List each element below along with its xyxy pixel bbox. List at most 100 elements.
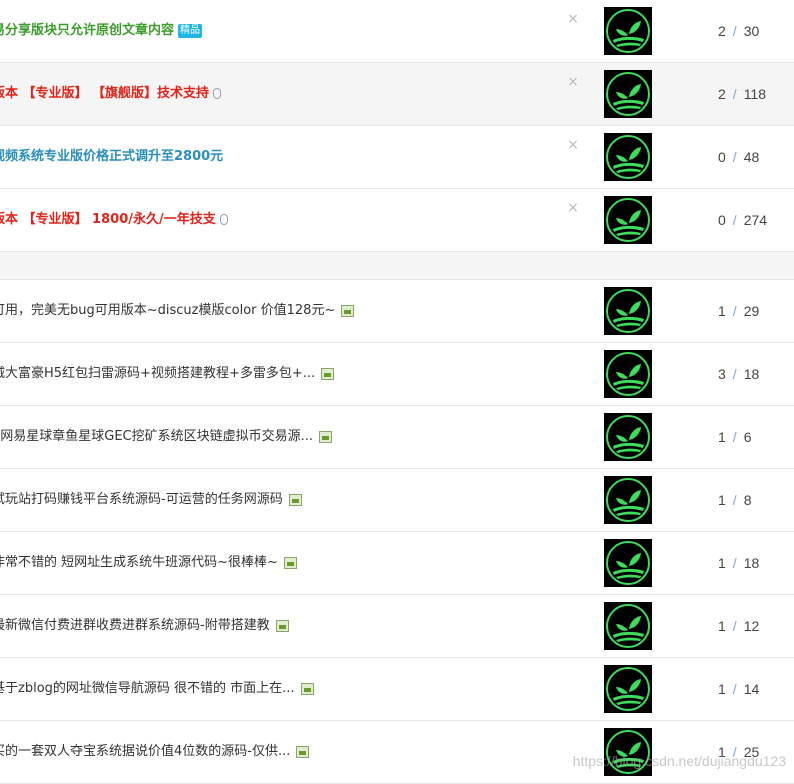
thread-list: 易分享版块只允许原创文章内容 精品 × 2 / 30 版本 【专业版】 【旗舰版】技术… [0,0,794,784]
image-icon [319,430,333,443]
paperclip-icon [213,88,222,99]
view-count: 18 [743,366,760,382]
thread-title[interactable]: 版本 【专业版】 【旗舰版】技术支持 [0,85,222,103]
thread-title[interactable]: 可用，完美无bug可用版本~discuz模版color 价值128元~ [0,302,355,320]
view-count: 118 [743,86,767,102]
thread-title[interactable]: 买的一套双人夺宝系统据说价值4位数的源码-仅供... [0,743,310,761]
view-count: 30 [743,23,760,39]
thread-row[interactable]: 5网易星球章鱼星球GEC挖矿系统区块链虚拟币交易源... 1 / 6 [0,406,794,469]
thread-row[interactable]: 基于zblog的网址微信导航源码 很不错的 市面上在... 1 / 14 [0,658,794,721]
view-count: 12 [743,618,760,634]
count-separator: / [732,149,737,165]
digest-badge: 精品 [178,23,203,38]
count-separator: / [732,212,737,228]
thread-row[interactable]: 试玩站打码赚钱平台系统源码-可运营的任务网源码 1 / 8 [0,469,794,532]
thread-title-link[interactable]: 非常不错的 短网址生成系统牛班源代码~很棒棒~ [0,555,278,570]
thread-title-link[interactable]: 可用，完美无bug可用版本~discuz模版color 价值128元~ [0,303,335,318]
reply-count: 1 [718,681,726,697]
leaf-logo-icon [604,7,652,55]
close-icon[interactable]: × [566,138,580,152]
avatar[interactable] [604,350,652,398]
watermark-text: https://blog.csdn.net/dujiangdu123 [572,753,786,769]
avatar[interactable] [604,196,652,244]
reply-count: 1 [718,429,726,445]
view-count: 6 [743,429,752,445]
reply-count: 1 [718,618,726,634]
view-count: 14 [743,681,760,697]
reply-count: 0 [718,149,726,165]
image-icon [341,304,355,317]
reply-view-counts: 1 / 18 [718,555,759,571]
avatar[interactable] [604,665,652,713]
paperclip-icon [219,214,228,225]
leaf-logo-icon [604,413,652,461]
close-icon[interactable]: × [566,201,580,215]
avatar[interactable] [604,287,652,335]
reply-view-counts: 1 / 14 [718,681,759,697]
avatar[interactable] [604,133,652,181]
thread-title[interactable]: 5网易星球章鱼星球GEC挖矿系统区块链虚拟币交易源... [0,428,333,446]
thread-title[interactable]: 城大富豪H5红包扫雷源码+视频搭建教程+多雷多包+... [0,365,335,383]
close-icon[interactable]: × [566,75,580,89]
thread-title-link[interactable]: 城大富豪H5红包扫雷源码+视频搭建教程+多雷多包+... [0,366,315,381]
reply-count: 0 [718,212,726,228]
image-icon [275,619,289,632]
reply-count: 1 [718,555,726,571]
thread-title[interactable]: 基于zblog的网址微信导航源码 很不错的 市面上在... [0,680,314,698]
count-separator: / [732,492,737,508]
avatar[interactable] [604,539,652,587]
image-icon [288,493,302,506]
sticky-thread-row[interactable]: 版本 【专业版】 1800/永久/一年技支 × 0 / 274 [0,189,794,252]
thread-title[interactable]: 视频系统专业版价格正式调升至2800元 [0,148,223,166]
thread-title-link[interactable]: 试玩站打码赚钱平台系统源码-可运营的任务网源码 [0,492,283,507]
thread-row[interactable]: 城大富豪H5红包扫雷源码+视频搭建教程+多雷多包+... 3 / 18 [0,343,794,406]
count-separator: / [732,303,737,319]
avatar[interactable] [604,602,652,650]
leaf-logo-icon [604,602,652,650]
view-count: 48 [743,149,760,165]
avatar[interactable] [604,7,652,55]
thread-title[interactable]: 版本 【专业版】 1800/永久/一年技支 [0,211,228,229]
avatar[interactable] [604,413,652,461]
reply-view-counts: 0 / 274 [718,212,767,228]
count-separator: / [732,23,737,39]
reply-view-counts: 2 / 118 [718,86,766,102]
sticky-thread-row[interactable]: 版本 【专业版】 【旗舰版】技术支持 × 2 / 118 [0,63,794,126]
reply-view-counts: 1 / 6 [718,429,751,445]
thread-title[interactable]: 试玩站打码赚钱平台系统源码-可运营的任务网源码 [0,491,302,509]
sticky-thread-row[interactable]: 视频系统专业版价格正式调升至2800元 × 0 / 48 [0,126,794,189]
thread-title[interactable]: 易分享版块只允许原创文章内容 精品 [0,22,203,40]
leaf-logo-icon [604,665,652,713]
close-icon[interactable]: × [566,12,580,26]
image-icon [296,745,310,758]
thread-title-link[interactable]: 5网易星球章鱼星球GEC挖矿系统区块链虚拟币交易源... [0,429,313,444]
thread-title-link[interactable]: 易分享版块只允许原创文章内容 [0,23,174,38]
thread-title-link[interactable]: 最新微信付费进群收费进群系统源码-附带搭建教 [0,618,270,633]
avatar[interactable] [604,476,652,524]
thread-row[interactable]: 可用，完美无bug可用版本~discuz模版color 价值128元~ 1 / 29 [0,280,794,343]
thread-title[interactable]: 最新微信付费进群收费进群系统源码-附带搭建教 [0,617,289,635]
thread-title-link[interactable]: 视频系统专业版价格正式调升至2800元 [0,149,223,164]
reply-view-counts: 2 / 30 [718,23,759,39]
count-separator: / [732,618,737,634]
reply-view-counts: 0 / 48 [718,149,759,165]
count-separator: / [732,366,737,382]
thread-row[interactable]: 非常不错的 短网址生成系统牛班源代码~很棒棒~ 1 / 18 [0,532,794,595]
view-count: 29 [743,303,760,319]
reply-view-counts: 1 / 8 [718,492,751,508]
leaf-logo-icon [604,350,652,398]
thread-title-link[interactable]: 基于zblog的网址微信导航源码 很不错的 市面上在... [0,681,295,696]
thread-row[interactable]: 最新微信付费进群收费进群系统源码-附带搭建教 1 / 12 [0,595,794,658]
count-separator: / [732,555,737,571]
image-icon [300,682,314,695]
reply-count: 2 [718,86,726,102]
thread-title[interactable]: 非常不错的 短网址生成系统牛班源代码~很棒棒~ [0,554,297,572]
reply-view-counts: 1 / 12 [718,618,759,634]
avatar[interactable] [604,70,652,118]
thread-title-link[interactable]: 版本 【专业版】 【旗舰版】技术支持 [0,86,209,101]
sticky-thread-row[interactable]: 易分享版块只允许原创文章内容 精品 × 2 / 30 [0,0,794,63]
thread-title-link[interactable]: 买的一套双人夺宝系统据说价值4位数的源码-仅供... [0,744,290,759]
thread-title-link[interactable]: 版本 【专业版】 1800/永久/一年技支 [0,212,216,227]
leaf-logo-icon [604,539,652,587]
leaf-logo-icon [604,476,652,524]
